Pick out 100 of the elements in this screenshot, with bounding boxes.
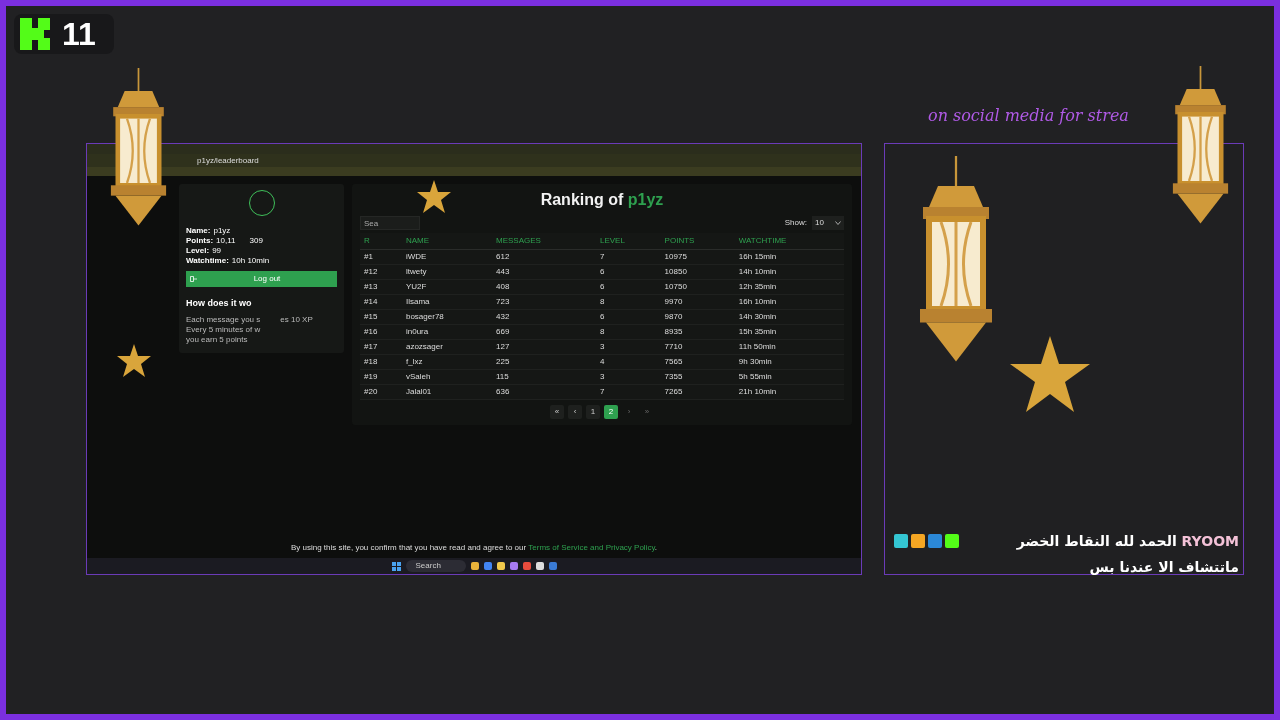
- profile-label: Level:: [186, 246, 210, 256]
- page-button[interactable]: 1: [586, 405, 600, 419]
- help-text: Each message you s: [186, 314, 261, 325]
- table-cell: 9970: [660, 294, 735, 310]
- promo-text: on social media for strea: [928, 105, 1129, 127]
- table-cell: 408: [492, 279, 596, 295]
- help-title: How does it wo: [186, 297, 253, 310]
- table-cell: 3: [595, 339, 661, 355]
- profile-value: p1yz: [213, 226, 231, 236]
- table-cell: 14h 10min: [734, 264, 844, 280]
- show-select[interactable]: 10: [812, 216, 844, 230]
- table-cell: 12h 35min: [734, 279, 844, 295]
- table-cell: 8: [595, 294, 661, 310]
- table-cell: #14: [360, 294, 402, 310]
- chat-badge-icon: [928, 534, 942, 548]
- start-icon: [391, 561, 401, 571]
- k-logo-icon: [20, 18, 52, 50]
- star-drawing: [117, 344, 151, 377]
- table-cell: 16h 10min: [734, 294, 844, 310]
- table-cell: 10750: [660, 279, 735, 295]
- table-cell: #15: [360, 309, 402, 325]
- table-cell: 6: [595, 279, 661, 295]
- table-cell: f_lxz: [401, 354, 492, 370]
- table-cell: Ilsama: [401, 294, 492, 310]
- table-cell: azozsager: [401, 339, 492, 355]
- table-cell: 10850: [660, 264, 735, 280]
- profile-value: 10,11: [216, 236, 236, 246]
- table-cell: 115: [492, 369, 596, 385]
- profile-label: Name:: [186, 226, 211, 236]
- page-button[interactable]: «: [550, 405, 564, 419]
- show-label: Show:: [784, 217, 807, 229]
- table-cell: 10975: [660, 249, 735, 265]
- table-cell: 8: [595, 324, 661, 340]
- table-cell: bosager78: [401, 309, 492, 325]
- table-cell: 225: [492, 354, 596, 370]
- table-cell: #18: [360, 354, 402, 370]
- table-cell: 7355: [660, 369, 735, 385]
- logout-icon: [190, 276, 197, 282]
- star-drawing: [417, 180, 451, 213]
- table-cell: 669: [492, 324, 596, 340]
- profile-label: Points:: [186, 236, 214, 246]
- table-cell: #16: [360, 324, 402, 340]
- table-cell: 9870: [660, 309, 735, 325]
- table-cell: 14h 30min: [734, 309, 844, 325]
- column-header: WATCHTIME: [734, 233, 844, 250]
- column-header: POINTS: [660, 233, 735, 250]
- table-cell: YU2F: [401, 279, 492, 295]
- table-cell: 5h 55min: [734, 369, 844, 385]
- table-cell: 7710: [660, 339, 735, 355]
- table-cell: 612: [492, 249, 596, 265]
- table-cell: #19: [360, 369, 402, 385]
- chat-badge-icon: [894, 534, 908, 548]
- table-cell: 443: [492, 264, 596, 280]
- table-cell: iWDE: [401, 249, 492, 265]
- profile-value: 10h 10min: [231, 256, 270, 266]
- taskbar-search[interactable]: Search: [405, 560, 466, 572]
- help-text: Every 5 minutes of w: [186, 324, 261, 335]
- column-header: LEVEL: [595, 233, 661, 250]
- table-cell: 432: [492, 309, 596, 325]
- profile-label: Watchtime:: [186, 256, 229, 266]
- table-cell: 636: [492, 384, 596, 400]
- table-cell: #12: [360, 264, 402, 280]
- table-cell: #1: [360, 249, 402, 265]
- table-cell: 9h 30min: [734, 354, 844, 370]
- table-cell: 3: [595, 369, 661, 385]
- chat-badge-icon: [945, 534, 959, 548]
- column-header: NAME: [401, 233, 492, 250]
- profile-value: 99: [212, 246, 222, 256]
- table-cell: #17: [360, 339, 402, 355]
- column-header: R: [360, 233, 402, 250]
- table-cell: in0ura: [401, 324, 492, 340]
- table-cell: 6: [595, 264, 661, 280]
- search-field[interactable]: Sea: [360, 216, 420, 230]
- terms-link[interactable]: Terms of Service and Privacy Policy: [528, 543, 655, 552]
- table-cell: 21h 10min: [734, 384, 844, 400]
- address-bar[interactable]: p1yz/leaderboard: [87, 154, 861, 167]
- column-header: MESSAGES: [492, 233, 596, 250]
- table-cell: 8935: [660, 324, 735, 340]
- profile-value: 309: [249, 236, 263, 246]
- footer-text: By using this site, you confirm that you have read and agree to our Terms of Service and Privacy Policy.: [289, 542, 659, 554]
- table-cell: 6: [595, 309, 661, 325]
- page-button[interactable]: ‹: [568, 405, 582, 419]
- chat-badge-icon: [911, 534, 925, 548]
- help-text: you earn 5 points: [186, 334, 248, 345]
- table-cell: 7: [595, 384, 661, 400]
- table-cell: 15h 35min: [734, 324, 844, 340]
- table-cell: vSaleh: [401, 369, 492, 385]
- viewer-count: 11: [62, 18, 96, 50]
- table-cell: 11h 50min: [734, 339, 844, 355]
- table-cell: ltwety: [401, 264, 492, 280]
- table-cell: 127: [492, 339, 596, 355]
- table-cell: 16h 15min: [734, 249, 844, 265]
- table-cell: #13: [360, 279, 402, 295]
- help-text: es 10 XP: [280, 314, 313, 325]
- table-cell: 7: [595, 249, 661, 265]
- leaderboard-title: Ranking of p1yz: [540, 190, 664, 210]
- table-cell: 723: [492, 294, 596, 310]
- table-cell: 7265: [660, 384, 735, 400]
- table-cell: #20: [360, 384, 402, 400]
- table-cell: Jalal01: [401, 384, 492, 400]
